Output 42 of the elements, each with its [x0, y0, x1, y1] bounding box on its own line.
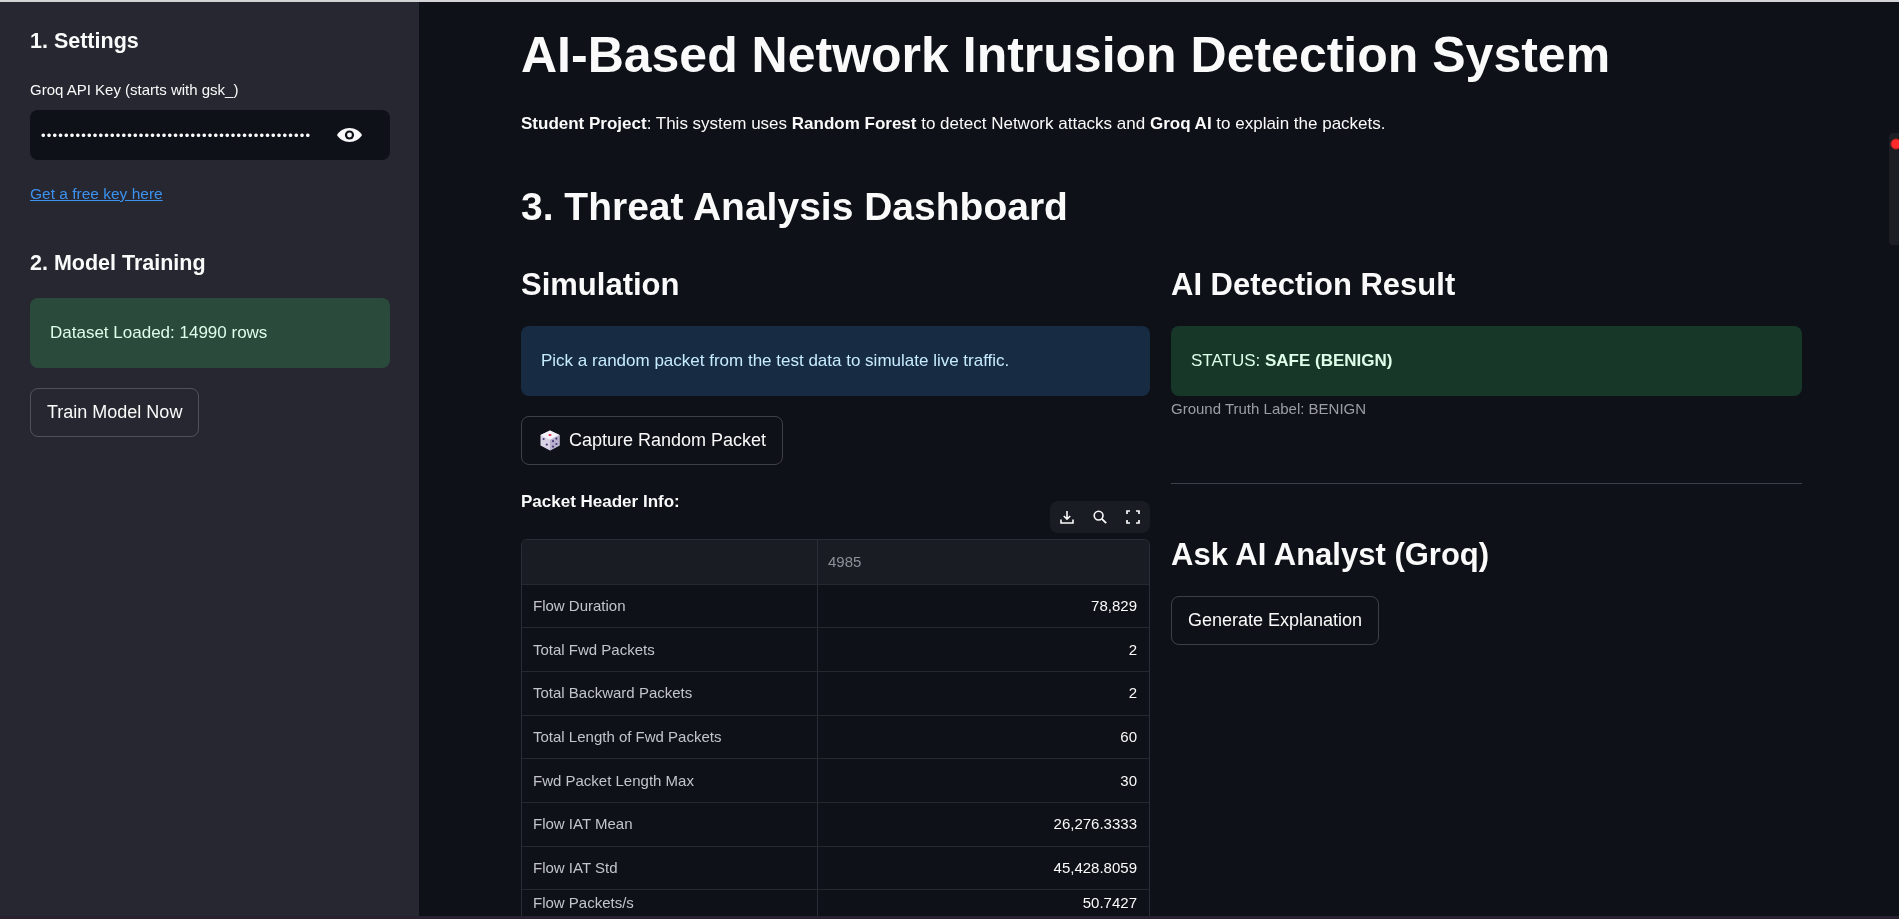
- section-heading: 3. Threat Analysis Dashboard: [521, 184, 1069, 231]
- column-header: 4985: [827, 552, 863, 573]
- table-cell-text: 78,829: [1090, 596, 1138, 616]
- table-cell-text: 2: [1127, 639, 1138, 660]
- fullscreen-icon[interactable]: [1126, 509, 1140, 524]
- get-key-link[interactable]: Get a free key here: [30, 184, 163, 204]
- row-label: Total Fwd Packets: [522, 628, 818, 672]
- page-title: AI-Based Network Intrusion Detection System: [521, 25, 1612, 85]
- table-cell-text: 60: [1119, 727, 1138, 748]
- row-label: Total Backward Packets: [522, 672, 818, 715]
- intro-text: Student Project: This system uses Random Forest to detect Network attacks and Groq AI to explain the packets.: [521, 113, 1387, 136]
- table-cell-text: 26,276.3333: [1052, 814, 1138, 835]
- download-icon[interactable]: [1060, 509, 1074, 524]
- search-icon[interactable]: [1093, 509, 1107, 524]
- section-heading: 2. Model Training: [30, 250, 206, 277]
- row-label: Flow IAT Mean: [522, 803, 818, 846]
- generate-explanation-button[interactable]: Generate Explanation: [1171, 596, 1380, 646]
- table-cell-text: 2: [1127, 683, 1138, 704]
- train-model-button[interactable]: Train Model Now: [30, 388, 200, 437]
- column-heading: Ask AI Analyst (Groq): [1171, 536, 1490, 575]
- eye-icon[interactable]: [337, 128, 362, 142]
- row-label: Flow Packets/s: [522, 890, 818, 916]
- password-field[interactable]: •••••••••••••••••••••••••••••••••••••••••••••••: [30, 110, 390, 160]
- info-message: Pick a random packet from the test data to simulate live traffic.: [521, 326, 1150, 396]
- ground-truth-caption: Ground Truth Label: BENIGN: [1171, 399, 1367, 420]
- row-label: Flow Duration: [522, 584, 818, 628]
- table-cell-text: 30: [1119, 770, 1138, 791]
- table-cell-text: 45,428.8059: [1052, 858, 1138, 879]
- column-heading: Simulation: [521, 266, 680, 305]
- table-cell-text: 50.7427: [1081, 893, 1138, 914]
- section-heading: 1. Settings: [30, 28, 139, 55]
- success-message: STATUS: SAFE (BENIGN): [1171, 326, 1802, 396]
- row-label: Total Length of Fwd Packets: [522, 715, 818, 759]
- dice-icon: [540, 430, 560, 452]
- capture-button[interactable]: Capture Random Packet: [521, 416, 784, 466]
- success-message: Dataset Loaded: 14990 rows: [30, 298, 390, 368]
- recorder-tab[interactable]: [1889, 133, 1899, 245]
- field-label: Groq API Key (starts with gsk_): [30, 80, 239, 100]
- row-label: Fwd Packet Length Max: [522, 759, 818, 803]
- table-title: Packet Header Info:: [521, 490, 680, 513]
- row-label: Flow IAT Std: [522, 846, 818, 890]
- column-heading: AI Detection Result: [1171, 266, 1456, 305]
